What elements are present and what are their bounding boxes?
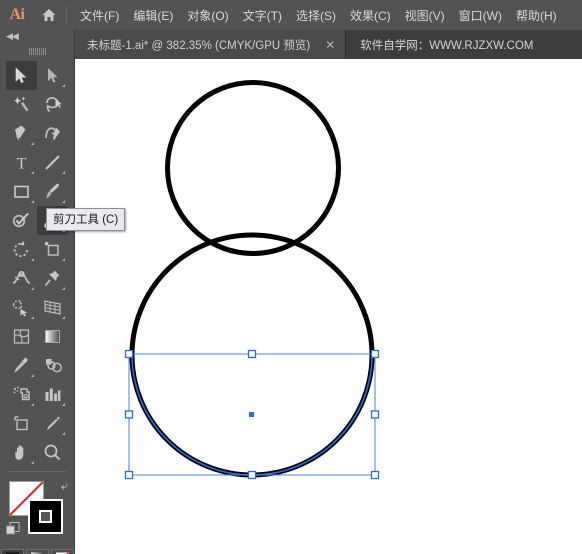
direct-selection-tool[interactable] (37, 61, 68, 90)
tools-divider (8, 471, 66, 472)
tool-flyout-corner-icon (62, 171, 65, 174)
app-logo: Ai (9, 6, 26, 23)
tool-flyout-corner-icon (31, 374, 34, 377)
tool-flyout-corner-icon (62, 200, 65, 203)
type-tool[interactable]: T (6, 148, 37, 177)
collapse-panel-icon[interactable]: ◀◀ (6, 31, 19, 42)
menu-window[interactable]: 窗口(W) (452, 3, 509, 28)
top-circle (165, 80, 341, 256)
handle-bottom-center (247, 470, 257, 480)
menu-bar: Ai 文件(F) 编辑(E) 对象(O) 文字(T) 选择(S) 效果(C) 视… (0, 0, 582, 30)
tools-panel: ◀◀ T ⤶ (0, 30, 75, 554)
hand-tool[interactable] (6, 438, 37, 467)
tool-flyout-corner-icon (31, 258, 34, 261)
tool-flyout-corner-icon (31, 461, 34, 464)
mesh-tool[interactable] (6, 322, 37, 351)
artboard-tool[interactable] (6, 409, 37, 438)
menu-effect[interactable]: 效果(C) (343, 3, 398, 28)
pen-tool[interactable] (6, 119, 37, 148)
perspective-grid-tool[interactable] (37, 293, 68, 322)
tool-flyout-corner-icon (31, 316, 34, 319)
menu-type[interactable]: 文字(T) (236, 3, 289, 28)
tool-flyout-corner-icon (31, 171, 34, 174)
handle-bottom-left (124, 470, 134, 480)
tool-flyout-corner-icon (62, 287, 65, 290)
shaper-tool[interactable] (6, 206, 37, 235)
tool-flyout-corner-icon (62, 258, 65, 261)
document-tab[interactable]: 未标题-1.ai* @ 382.35% (CMYK/GPU 预览) ✕ (75, 30, 347, 59)
close-icon[interactable]: ✕ (321, 39, 339, 51)
tool-flyout-corner-icon (31, 200, 34, 203)
lasso-tool[interactable] (37, 90, 68, 119)
fill-mode-buttons (0, 549, 74, 554)
eyedropper-tool[interactable] (6, 351, 37, 380)
menu-help[interactable]: 帮助(H) (509, 3, 564, 28)
tools-panel-grip[interactable] (0, 44, 74, 58)
symbol-sprayer-tool[interactable] (6, 380, 37, 409)
color-mode-button[interactable] (0, 549, 24, 554)
tool-flyout-corner-icon (31, 287, 34, 290)
menu-view[interactable]: 视图(V) (398, 3, 452, 28)
menu-file[interactable]: 文件(F) (73, 3, 126, 28)
artwork-svg (124, 80, 380, 480)
handle-middle-right (370, 410, 380, 419)
scale-tool[interactable] (37, 235, 68, 264)
tool-flyout-corner-icon (31, 142, 34, 145)
tool-flyout-corner-icon (62, 316, 65, 319)
menu-object[interactable]: 对象(O) (180, 3, 235, 28)
selection-center-point (249, 412, 254, 417)
default-fill-stroke-icon[interactable] (6, 522, 20, 541)
stroke-swatch[interactable] (28, 499, 63, 534)
document-tab-bar: 未标题-1.ai* @ 382.35% (CMYK/GPU 预览) ✕ 软件自学… (75, 30, 582, 59)
paintbrush-tool[interactable] (37, 177, 68, 206)
handle-bottom-right (370, 470, 380, 480)
column-graph-tool[interactable] (37, 380, 68, 409)
watermark-text: 软件自学网：WWW.RJZXW.COM (360, 39, 534, 52)
rotate-tool[interactable] (6, 235, 37, 264)
blend-tool[interactable] (37, 351, 68, 380)
home-icon[interactable] (34, 0, 64, 30)
fill-stroke-widget: ⤶ (0, 475, 75, 547)
handle-top-center (247, 349, 257, 359)
tool-grid: T (0, 58, 74, 467)
handle-top-left (124, 349, 134, 359)
menu-select[interactable]: 选择(S) (289, 3, 343, 28)
tool-flyout-corner-icon (62, 403, 65, 406)
rectangle-tool[interactable] (6, 177, 37, 206)
menu-separator (66, 6, 67, 24)
tool-tooltip: 剪刀工具 (C) (46, 208, 126, 231)
menu-edit[interactable]: 编辑(E) (126, 3, 180, 28)
gradient-mode-button[interactable] (25, 549, 49, 554)
magic-wand-tool[interactable] (6, 90, 37, 119)
handle-middle-left (124, 410, 134, 419)
tools-panel-header: ◀◀ (0, 30, 74, 44)
selection-tool[interactable] (6, 61, 37, 90)
artboard-canvas[interactable] (75, 59, 582, 554)
handle-top-right (370, 349, 380, 359)
svg-text:T: T (17, 156, 27, 172)
tool-flyout-corner-icon (62, 84, 65, 87)
free-transform-tool[interactable] (37, 264, 68, 293)
none-mode-button[interactable] (50, 549, 74, 554)
document-tab-title: 未标题-1.ai* @ 382.35% (CMYK/GPU 预览) (87, 39, 311, 52)
curvature-tool[interactable] (37, 119, 68, 148)
gradient-tool[interactable] (37, 322, 68, 351)
menu-item-list: 文件(F) 编辑(E) 对象(O) 文字(T) 选择(S) 效果(C) 视图(V… (73, 3, 564, 28)
tool-flyout-corner-icon (31, 403, 34, 406)
zoom-tool[interactable] (37, 438, 68, 467)
width-tool[interactable] (6, 264, 37, 293)
shape-builder-tool[interactable] (6, 293, 37, 322)
swap-fill-stroke-icon[interactable]: ⤶ (61, 478, 68, 494)
line-segment-tool[interactable] (37, 148, 68, 177)
tool-flyout-corner-icon (62, 432, 65, 435)
slice-tool[interactable] (37, 409, 68, 438)
illustrator-window: Ai 文件(F) 编辑(E) 对象(O) 文字(T) 选择(S) 效果(C) 视… (0, 0, 582, 554)
